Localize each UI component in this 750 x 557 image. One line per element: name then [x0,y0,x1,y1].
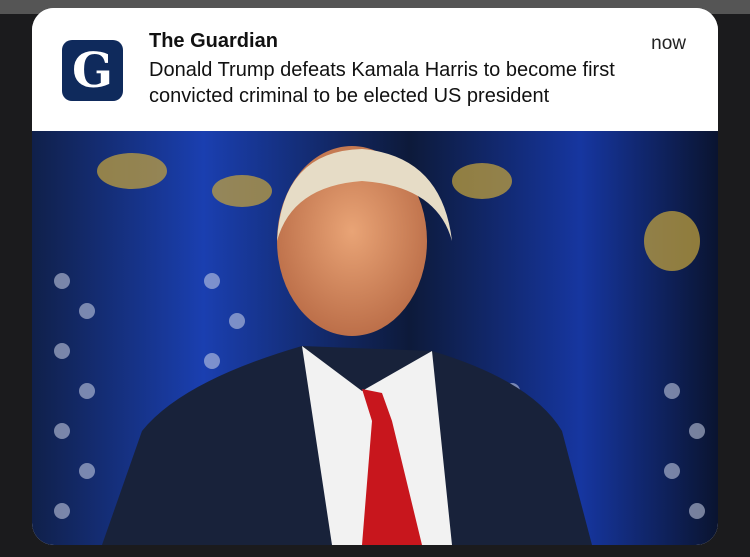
app-name: The Guardian [149,30,278,52]
guardian-logo-icon: G [62,40,123,101]
notification-header: G The Guardian now Donald Trump defeats … [32,8,718,131]
notification-image [32,131,718,545]
notification-message: Donald Trump defeats Kamala Harris to be… [149,59,615,107]
timestamp: now [651,33,686,54]
notification-card[interactable]: G The Guardian now Donald Trump defeats … [32,8,718,545]
logo-letter: G [72,42,113,99]
